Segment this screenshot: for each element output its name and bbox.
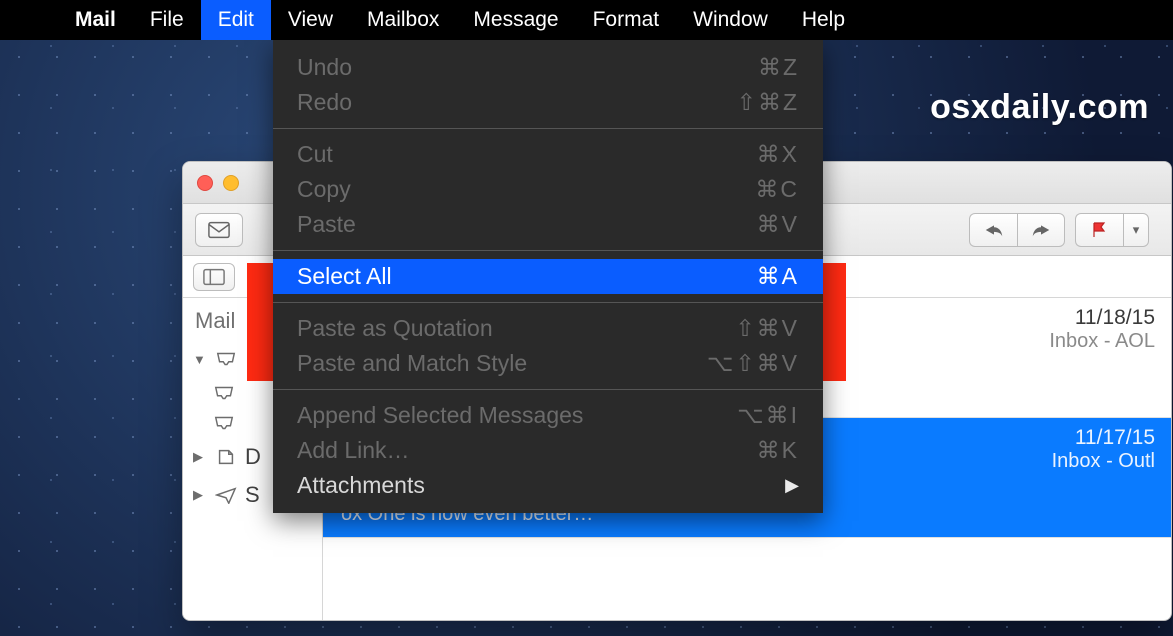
close-window-button[interactable] — [197, 175, 213, 191]
menu-separator — [273, 389, 823, 390]
menu-item-undo[interactable]: Undo⌘Z — [273, 50, 823, 85]
menu-app[interactable]: Mail — [58, 0, 133, 40]
sent-icon — [215, 486, 237, 504]
flag-button[interactable] — [1075, 213, 1123, 247]
edit-menu-dropdown: Undo⌘Z Redo⇧⌘Z Cut⌘X Copy⌘C Paste⌘V Sele… — [273, 40, 823, 513]
menu-edit[interactable]: Edit — [201, 0, 271, 40]
inbox-icon — [215, 350, 237, 368]
message-date: 11/17/15 — [1075, 426, 1155, 450]
menu-item-append-selected[interactable]: Append Selected Messages⌥⌘I — [273, 398, 823, 433]
menu-separator — [273, 250, 823, 251]
menu-separator — [273, 128, 823, 129]
reply-button[interactable] — [969, 213, 1017, 247]
menu-item-attachments[interactable]: Attachments▶ — [273, 468, 823, 503]
disclosure-triangle-icon[interactable]: ▶ — [193, 449, 207, 465]
menu-file[interactable]: File — [133, 0, 201, 40]
menu-message[interactable]: Message — [456, 0, 575, 40]
drafts-icon — [215, 448, 237, 466]
menu-item-copy[interactable]: Copy⌘C — [273, 172, 823, 207]
menu-view[interactable]: View — [271, 0, 350, 40]
inbox-icon — [213, 384, 235, 402]
sidebar-item-label: S — [245, 482, 260, 508]
menu-format[interactable]: Format — [576, 0, 677, 40]
menu-mailbox[interactable]: Mailbox — [350, 0, 456, 40]
reply-group — [969, 213, 1065, 247]
menu-item-paste[interactable]: Paste⌘V — [273, 207, 823, 242]
flag-dropdown-button[interactable]: ▾ — [1123, 213, 1149, 247]
reply-icon — [983, 221, 1005, 239]
menu-item-paste-match-style[interactable]: Paste and Match Style⌥⇧⌘V — [273, 346, 823, 381]
menu-item-add-link[interactable]: Add Link…⌘K — [273, 433, 823, 468]
menubar: Mail File Edit View Mailbox Message Form… — [0, 0, 1173, 40]
forward-button[interactable] — [1017, 213, 1065, 247]
menu-item-paste-quotation[interactable]: Paste as Quotation⇧⌘V — [273, 311, 823, 346]
menu-window[interactable]: Window — [676, 0, 785, 40]
disclosure-triangle-icon[interactable]: ▼ — [193, 352, 207, 367]
watermark-text: osxdaily.com — [930, 88, 1149, 127]
sidebar-icon — [203, 268, 225, 286]
menu-item-select-all[interactable]: Select All⌘A — [273, 259, 823, 294]
message-date: 11/18/15 — [1075, 306, 1155, 330]
sidebar-item-label: D — [245, 444, 261, 470]
compose-button[interactable] — [195, 213, 243, 247]
message-mailbox: Inbox - Outl — [1052, 450, 1155, 473]
flag-group: ▾ — [1075, 213, 1149, 247]
inbox-icon — [213, 414, 235, 432]
menu-item-redo[interactable]: Redo⇧⌘Z — [273, 85, 823, 120]
menu-item-cut[interactable]: Cut⌘X — [273, 137, 823, 172]
message-mailbox: Inbox - AOL — [1049, 330, 1155, 353]
flag-icon — [1089, 221, 1111, 239]
minimize-window-button[interactable] — [223, 175, 239, 191]
forward-icon — [1030, 221, 1052, 239]
menu-help[interactable]: Help — [785, 0, 862, 40]
submenu-arrow-icon: ▶ — [785, 475, 799, 496]
menu-separator — [273, 302, 823, 303]
chevron-down-icon: ▾ — [1133, 222, 1140, 238]
disclosure-triangle-icon[interactable]: ▶ — [193, 487, 207, 503]
envelope-icon — [208, 221, 230, 239]
toggle-sidebar-button[interactable] — [193, 263, 235, 291]
